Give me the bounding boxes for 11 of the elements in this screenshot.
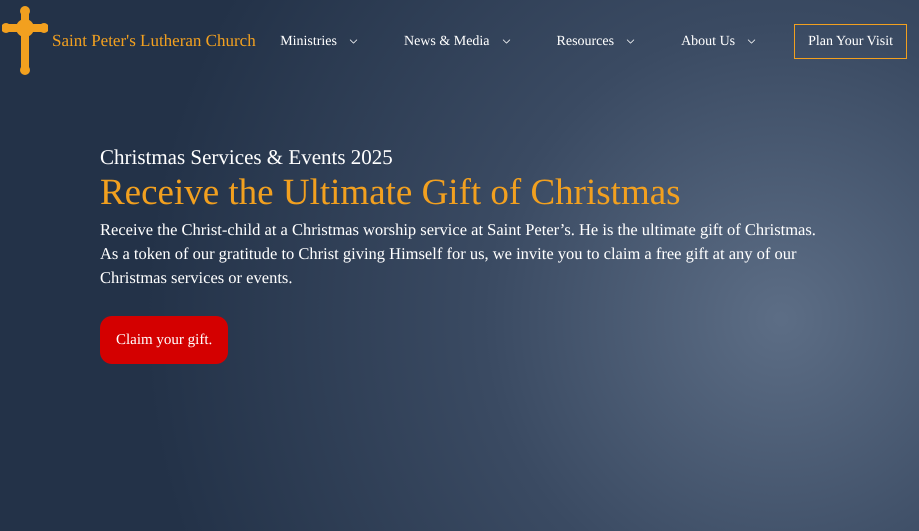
cross-logo-icon <box>2 6 48 76</box>
plan-visit-button[interactable]: Plan Your Visit <box>794 24 907 58</box>
nav-menu-item[interactable]: About Us <box>673 30 766 52</box>
hero-description: Receive the Christ-child at a Christmas worship service at Saint Peter’s. He is the ultimate gift of Christmas. As a token of our gratitude to Christ giving Himself for us, we invite you to claim a free gift at any of our Christmas services or events. <box>100 219 817 289</box>
site-logo-link[interactable]: Saint Peter's Lutheran Church <box>2 6 256 76</box>
claim-gift-button[interactable]: Claim your gift. <box>100 316 228 364</box>
nav-menu-item[interactable]: News & Media <box>396 30 521 52</box>
nav-menu-item[interactable]: Ministries <box>272 30 368 52</box>
hero-heading: Receive the Ultimate Gift of Christmas <box>100 171 682 215</box>
hero-eyebrow: Christmas Services & Events 2025 <box>100 144 394 170</box>
nav-menu-item[interactable]: Resources <box>548 30 646 52</box>
